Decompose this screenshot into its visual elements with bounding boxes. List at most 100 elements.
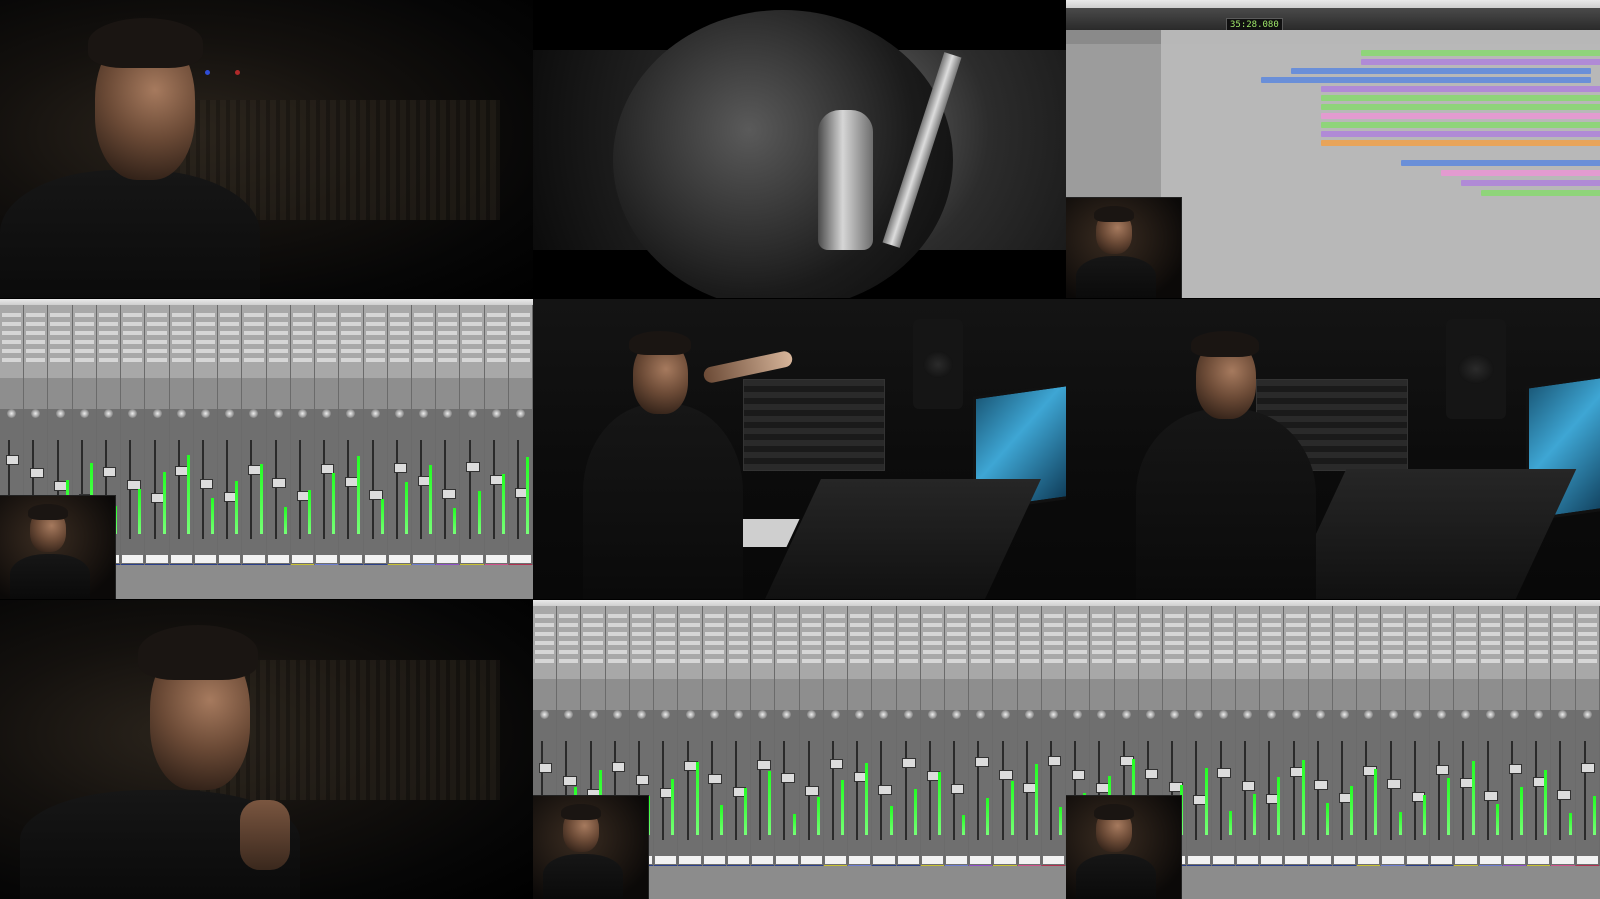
insert-slot[interactable] <box>510 313 531 317</box>
channel-strip[interactable] <box>145 305 170 567</box>
fader-cap[interactable] <box>1484 791 1498 801</box>
insert-slot[interactable] <box>850 659 870 663</box>
pan-knob[interactable] <box>952 710 962 719</box>
insert-slot[interactable] <box>220 340 240 344</box>
insert-slot[interactable] <box>413 313 434 317</box>
insert-slot[interactable] <box>850 614 870 618</box>
insert-slot[interactable] <box>680 623 700 627</box>
insert-slot[interactable] <box>1310 623 1330 627</box>
pan-knob[interactable] <box>1267 710 1277 719</box>
track-name-plate[interactable] <box>461 555 483 563</box>
pan-knob[interactable] <box>419 409 429 418</box>
channel-strip[interactable] <box>1211 606 1236 868</box>
pan-knob[interactable] <box>1364 710 1374 719</box>
fader-cap[interactable] <box>102 467 117 477</box>
track-name-plate[interactable] <box>1236 856 1259 864</box>
insert-slot[interactable] <box>2 358 22 362</box>
insert-slot[interactable] <box>1237 641 1258 645</box>
insert-slot[interactable] <box>583 623 603 627</box>
insert-slot[interactable] <box>98 358 119 362</box>
insert-slot[interactable] <box>50 349 70 353</box>
channel-strip[interactable] <box>1478 606 1503 868</box>
insert-slot[interactable] <box>1068 623 1088 627</box>
insert-slot[interactable] <box>365 313 385 317</box>
insert-slot[interactable] <box>462 340 482 344</box>
insert-slot[interactable] <box>244 313 264 317</box>
insert-slot[interactable] <box>1480 650 1500 654</box>
insert-slot[interactable] <box>1189 650 1209 654</box>
fader-cap[interactable] <box>635 775 650 785</box>
insert-slot[interactable] <box>98 340 119 344</box>
channel-strip[interactable] <box>1405 606 1430 868</box>
insert-slot[interactable] <box>1019 641 1039 645</box>
insert-slot[interactable] <box>922 650 942 654</box>
insert-slot[interactable] <box>268 349 288 353</box>
pan-knob[interactable] <box>443 409 453 418</box>
insert-slot[interactable] <box>1359 623 1379 627</box>
insert-slot[interactable] <box>1189 632 1209 636</box>
audio-clip[interactable] <box>1261 77 1591 83</box>
insert-slot[interactable] <box>1480 641 1500 645</box>
track-name-plate[interactable] <box>388 555 410 563</box>
insert-slot[interactable] <box>1189 641 1209 645</box>
insert-slot[interactable] <box>98 331 119 335</box>
insert-slot[interactable] <box>850 632 870 636</box>
pan-knob[interactable] <box>176 409 186 418</box>
insert-slot[interactable] <box>292 340 313 344</box>
track-name-plate[interactable] <box>412 555 435 563</box>
channel-strip[interactable] <box>193 305 219 567</box>
insert-slot[interactable] <box>777 641 797 645</box>
track-name-plate[interactable] <box>994 856 1016 864</box>
insert-slot[interactable] <box>1043 632 1064 636</box>
audio-clip[interactable] <box>1321 131 1600 137</box>
insert-slot[interactable] <box>995 632 1015 636</box>
insert-slot[interactable] <box>825 632 846 636</box>
insert-slot[interactable] <box>728 632 749 636</box>
insert-slot[interactable] <box>1359 641 1379 645</box>
fader-cap[interactable] <box>538 763 553 773</box>
insert-slot[interactable] <box>244 358 264 362</box>
insert-slot[interactable] <box>317 340 337 344</box>
insert-slot[interactable] <box>1019 659 1039 663</box>
insert-slot[interactable] <box>244 322 264 326</box>
insert-slot[interactable] <box>704 659 724 663</box>
track-name-plate[interactable] <box>1018 856 1040 864</box>
insert-slot[interactable] <box>898 614 918 618</box>
insert-slot[interactable] <box>680 641 700 645</box>
insert-slot[interactable] <box>1480 659 1500 663</box>
insert-slot[interactable] <box>1577 632 1597 636</box>
insert-slot[interactable] <box>753 614 773 618</box>
insert-slot[interactable] <box>2 340 22 344</box>
insert-slot[interactable] <box>1383 614 1403 618</box>
insert-slot[interactable] <box>98 322 119 326</box>
insert-slot[interactable] <box>559 632 579 636</box>
insert-slot[interactable] <box>1553 614 1573 618</box>
pan-knob[interactable] <box>1073 710 1083 719</box>
insert-slot[interactable] <box>74 358 94 362</box>
insert-slot[interactable] <box>874 623 894 627</box>
insert-slot[interactable] <box>1504 641 1525 645</box>
insert-slot[interactable] <box>317 331 337 335</box>
fader-cap[interactable] <box>829 759 844 769</box>
pan-knob[interactable] <box>1024 710 1034 719</box>
insert-slot[interactable] <box>123 331 143 335</box>
insert-slot[interactable] <box>1189 623 1209 627</box>
insert-slot[interactable] <box>607 632 627 636</box>
track-name-plate[interactable] <box>340 555 362 563</box>
channel-strip[interactable] <box>363 305 388 567</box>
insert-slot[interactable] <box>341 331 361 335</box>
insert-slot[interactable] <box>535 659 555 663</box>
fader-cap[interactable] <box>950 784 965 794</box>
pan-knob[interactable] <box>1509 710 1519 719</box>
insert-slot[interactable] <box>317 349 337 353</box>
insert-slot[interactable] <box>1286 659 1306 663</box>
insert-slot[interactable] <box>1165 632 1185 636</box>
insert-slot[interactable] <box>1407 659 1427 663</box>
insert-slot[interactable] <box>26 340 46 344</box>
insert-slot[interactable] <box>1019 650 1039 654</box>
insert-slot[interactable] <box>535 641 555 645</box>
insert-slot[interactable] <box>559 641 579 645</box>
insert-slot[interactable] <box>946 632 967 636</box>
pan-knob[interactable] <box>709 710 719 719</box>
insert-slot[interactable] <box>607 623 627 627</box>
